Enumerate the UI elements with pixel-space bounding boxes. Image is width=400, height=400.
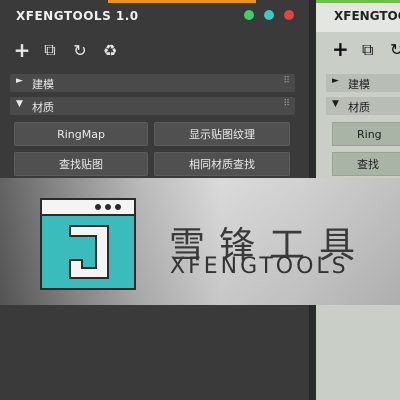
- add-icon[interactable]: +: [12, 38, 32, 62]
- maximize-dot-icon[interactable]: [264, 10, 274, 20]
- xfengtools-logo-icon: [40, 198, 136, 290]
- light-section-material[interactable]: ▼ 材质: [326, 97, 400, 115]
- brand-banner: 雪锋工具 XFENGTOOLS: [0, 178, 400, 305]
- section-modeling[interactable]: ► 建模 ⠿: [10, 74, 295, 92]
- section-label: 建模: [32, 78, 54, 91]
- recycle-icon[interactable]: ♻: [100, 40, 120, 60]
- copy-icon[interactable]: ⧉: [40, 40, 60, 60]
- light-section-modeling[interactable]: ► 建模: [326, 74, 400, 92]
- ringmap-button[interactable]: RingMap: [14, 122, 148, 146]
- collapse-arrow-icon: ▼: [332, 99, 339, 109]
- show-texture-button[interactable]: 显示贴图纹理: [154, 122, 290, 146]
- section-material[interactable]: ▼ 材质 ⠿: [10, 97, 295, 115]
- app-title: XFENGTOOLS 1.0: [16, 9, 139, 23]
- drag-grip-icon[interactable]: ⠿: [283, 76, 290, 86]
- light-copy-icon[interactable]: ⧉: [362, 40, 373, 60]
- light-find-button[interactable]: 查找: [332, 152, 400, 176]
- find-texture-button[interactable]: 查找贴图: [14, 152, 148, 176]
- expand-arrow-icon: ►: [16, 76, 23, 86]
- light-accent-bar: [316, 0, 400, 3]
- section-label: 材质: [32, 101, 54, 114]
- expand-arrow-icon: ►: [332, 76, 339, 86]
- brand-name-en: XFENGTOOLS: [170, 254, 349, 279]
- find-same-material-button[interactable]: 相同材质查找: [154, 152, 290, 176]
- light-refresh-icon[interactable]: ↻: [390, 40, 400, 59]
- title-bar[interactable]: XFENGTOOLS 1.0: [0, 0, 310, 32]
- light-title-bar[interactable]: XFENGTOOLS: [316, 0, 400, 32]
- close-dot-icon[interactable]: [284, 10, 294, 20]
- collapse-arrow-icon: ▼: [16, 99, 23, 109]
- section-label: 材质: [348, 101, 370, 114]
- section-label: 建模: [348, 78, 370, 91]
- minimize-dot-icon[interactable]: [244, 10, 254, 20]
- light-app-title: XFENGTOOLS: [334, 9, 400, 23]
- light-add-icon[interactable]: +: [332, 37, 349, 61]
- drag-grip-icon[interactable]: ⠿: [283, 99, 290, 109]
- refresh-icon[interactable]: ↻: [70, 40, 90, 60]
- light-ring-button[interactable]: Ring: [332, 122, 400, 146]
